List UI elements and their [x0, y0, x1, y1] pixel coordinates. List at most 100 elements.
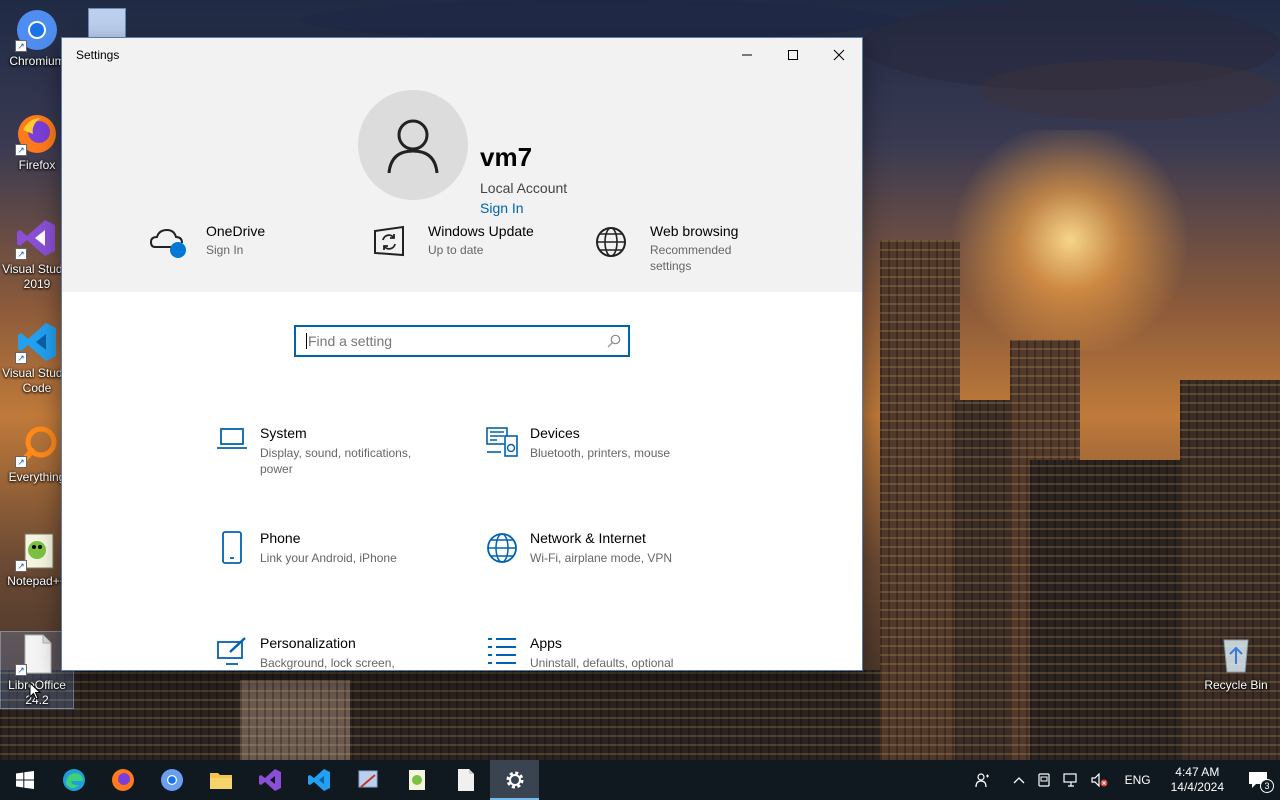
desktop-icon-monitor[interactable]: [88, 8, 126, 38]
close-button[interactable]: [816, 38, 862, 72]
windows-update-icon: [364, 222, 414, 262]
taskbar-settings[interactable]: [490, 760, 539, 800]
notification-count-badge: 3: [1260, 779, 1274, 793]
onedrive-icon: [142, 222, 192, 262]
taskbar-firefox[interactable]: [98, 760, 147, 800]
device-icon[interactable]: [1031, 773, 1057, 787]
desktop-icon-label: Notepad++: [7, 574, 67, 588]
search-icon[interactable]: [600, 334, 628, 348]
quick-link-web-browsing[interactable]: Web browsing Recommended settings: [586, 222, 760, 274]
everything-icon: ↗: [15, 424, 59, 468]
wallpaper-cloud: [980, 60, 1280, 120]
volume-muted-icon[interactable]: [1085, 773, 1115, 787]
category-subtitle: Background, lock screen, colors: [260, 656, 395, 670]
language-indicator[interactable]: ENG: [1115, 773, 1161, 787]
desktop-icon-label: Everything: [8, 470, 66, 484]
category-subtitle: Uninstall, defaults, optional: [530, 656, 674, 670]
search-input[interactable]: [307, 333, 600, 349]
libreoffice-icon: ↗: [15, 632, 59, 676]
taskbar-edge[interactable]: [49, 760, 98, 800]
minimize-icon: [742, 54, 752, 56]
chevron-up-icon[interactable]: [1007, 776, 1031, 784]
account-type: Local Account: [480, 180, 568, 196]
quick-link-onedrive[interactable]: OneDrive Sign In: [142, 222, 265, 262]
desktop-icon-label: Chromium: [9, 54, 65, 68]
quick-link-title: Web browsing: [650, 223, 739, 239]
wallpaper-building: [955, 400, 1015, 800]
globe-icon: [480, 529, 524, 563]
category-title: Phone: [260, 530, 301, 546]
account-name: vm7: [480, 142, 533, 172]
quick-link-subtitle: Up to date: [428, 243, 484, 257]
taskbar-chromium[interactable]: [147, 760, 196, 800]
visual-studio-icon: ↗: [15, 216, 59, 260]
category-title: System: [260, 425, 307, 441]
taskbar-vscode[interactable]: [294, 760, 343, 800]
category-devices[interactable]: Devices Bluetooth, printers, mouse: [480, 424, 730, 461]
recycle-bin-icon: [1214, 632, 1258, 676]
phone-icon: [210, 529, 254, 564]
taskbar-libreoffice[interactable]: [441, 760, 490, 800]
vscode-icon: ↗: [15, 320, 59, 364]
notepadpp-icon: ↗: [15, 528, 59, 572]
edge-icon: [62, 769, 85, 791]
category-network[interactable]: Network & Internet Wi-Fi, airplane mode,…: [480, 529, 730, 566]
network-icon[interactable]: [1057, 773, 1085, 787]
firefox-icon: ↗: [15, 112, 59, 156]
window-title: Settings: [76, 48, 120, 62]
quick-link-windows-update[interactable]: Windows Update Up to date: [364, 222, 534, 262]
quick-link-title: OneDrive: [206, 223, 266, 239]
taskbar: ENG 4:47 AM 14/4/2024 3: [0, 760, 1280, 800]
avatar[interactable]: [358, 90, 468, 200]
libreoffice-icon: [457, 769, 474, 791]
category-title: Apps: [530, 635, 562, 651]
system-tray: ENG 4:47 AM 14/4/2024 3: [969, 760, 1280, 800]
start-icon: [15, 771, 34, 789]
settings-icon: [506, 771, 523, 789]
category-phone[interactable]: Phone Link your Android, iPhone: [210, 529, 460, 566]
quick-link-subtitle: Sign In: [206, 243, 244, 257]
wallpaper-building: [1180, 380, 1280, 800]
wallpaper-building: [880, 240, 960, 800]
category-system[interactable]: System Display, sound, notifications, po…: [210, 424, 460, 477]
notepadpp-icon: [408, 770, 425, 790]
visual-studio-icon: [258, 769, 281, 791]
taskbar-visual-studio[interactable]: [245, 760, 294, 800]
minimize-button[interactable]: [724, 38, 770, 72]
action-center-button[interactable]: 3: [1234, 771, 1280, 793]
file-explorer-icon: [209, 773, 232, 789]
chromium-icon: ↗: [15, 8, 59, 52]
taskbar-app[interactable]: [343, 760, 392, 800]
category-subtitle: Wi-Fi, airplane mode, VPN: [530, 551, 673, 565]
taskbar-notepadpp[interactable]: [392, 760, 441, 800]
maximize-button[interactable]: [770, 38, 816, 72]
category-personalization[interactable]: Personalization Background, lock screen,…: [210, 634, 460, 670]
mouse-cursor-icon: [29, 682, 41, 700]
firefox-icon: [111, 769, 134, 791]
clock[interactable]: 4:47 AM 14/4/2024: [1161, 765, 1234, 795]
devices-icon: [480, 424, 524, 457]
search-box[interactable]: [294, 325, 630, 357]
people-icon[interactable]: [969, 772, 997, 788]
settings-window: Settings vm7 Local Account Sign In OneDr…: [62, 38, 862, 670]
taskbar-file-explorer[interactable]: [196, 760, 245, 800]
account-hero: vm7 Local Account Sign In OneDrive Sign …: [62, 72, 862, 292]
personalization-icon: [210, 634, 254, 666]
globe-icon: [586, 222, 636, 262]
sign-in-link[interactable]: Sign In: [480, 200, 524, 216]
category-subtitle: Link your Android, iPhone: [260, 551, 397, 565]
category-subtitle: Display, sound, notifications, power: [260, 446, 412, 476]
category-apps[interactable]: Apps Uninstall, defaults, optional: [480, 634, 730, 670]
category-title: Personalization: [260, 635, 356, 651]
apps-icon: [480, 634, 524, 666]
desktop-icon-recycle-bin[interactable]: Recycle Bin: [1200, 632, 1272, 693]
app-icon: [358, 770, 377, 788]
quick-link-title: Windows Update: [428, 223, 534, 239]
start-button[interactable]: [0, 760, 49, 800]
wallpaper-cloud: [300, 0, 900, 40]
window-titlebar[interactable]: Settings: [62, 38, 862, 72]
vscode-icon: [307, 769, 330, 791]
category-title: Network & Internet: [530, 530, 646, 546]
desktop-icon-label: Firefox: [18, 158, 56, 172]
wallpaper-sun: [940, 130, 1200, 350]
